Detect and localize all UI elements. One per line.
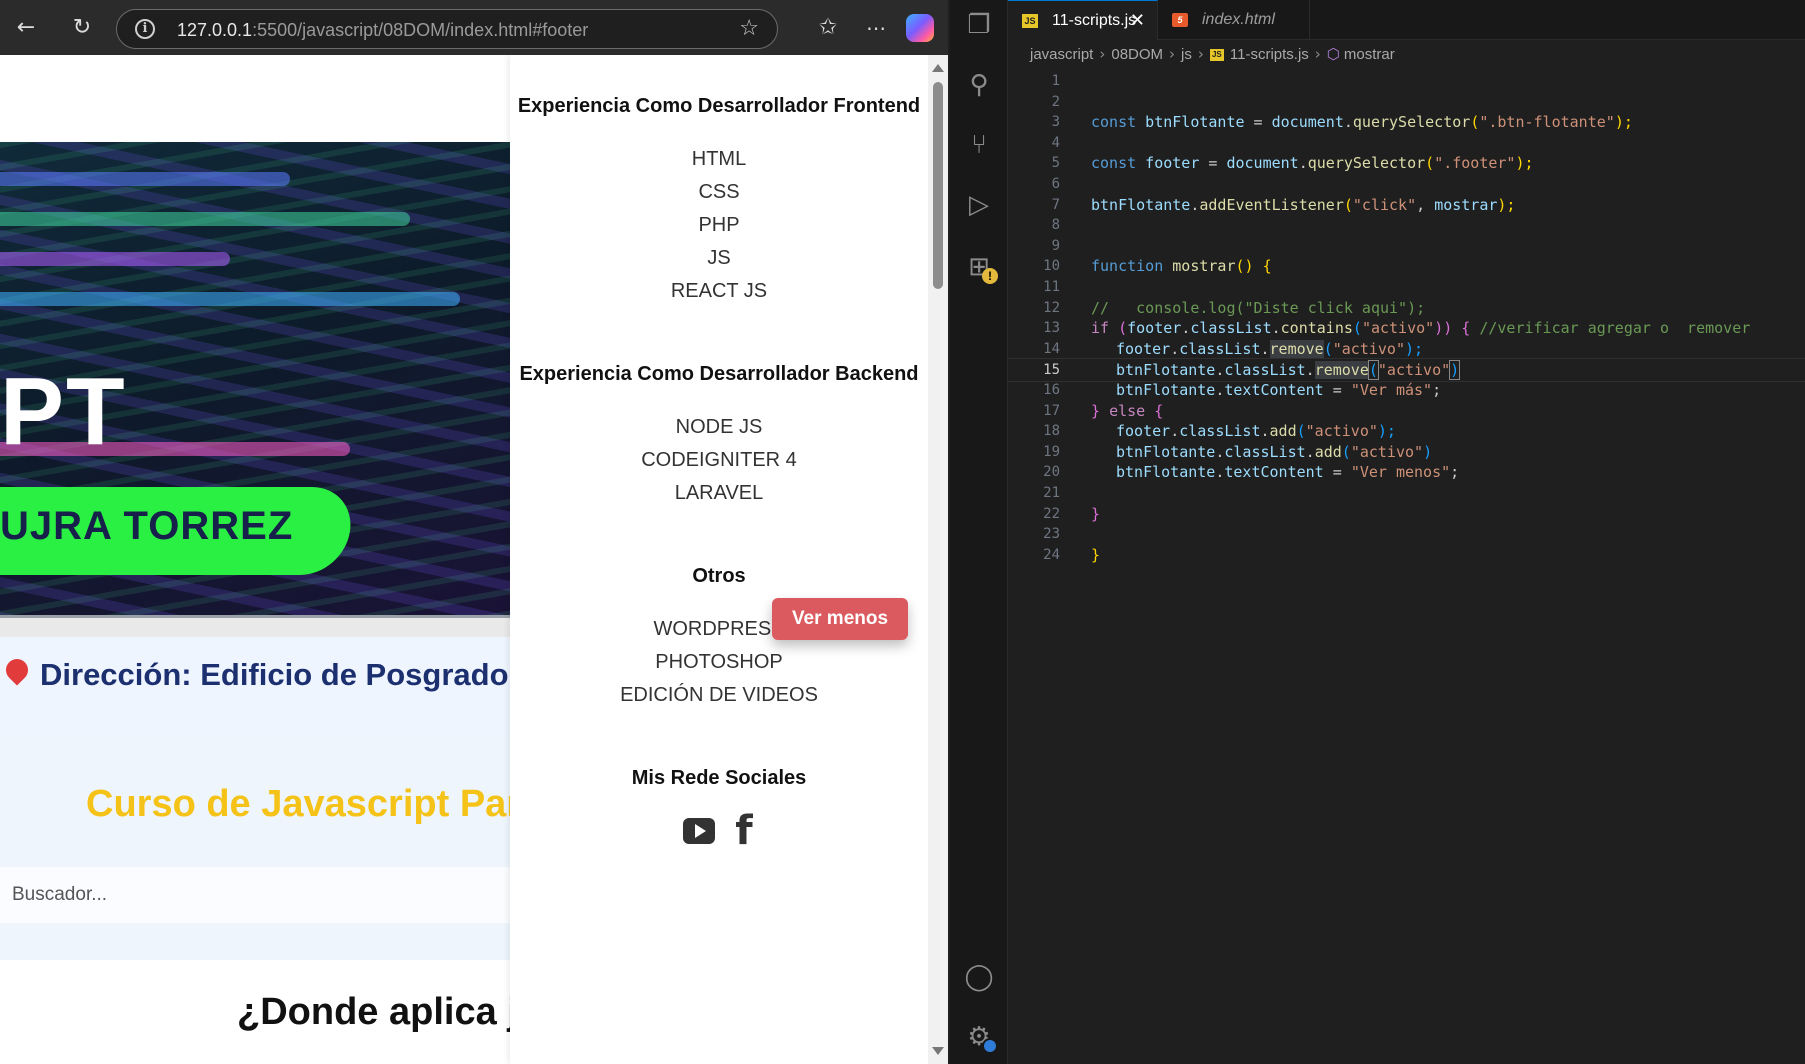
info-icon[interactable]: i <box>135 19 155 39</box>
list-item: CODEIGNITER 4 <box>641 449 797 471</box>
explorer-icon[interactable]: ❐ <box>964 10 994 40</box>
html-file-icon: 5 <box>1172 13 1188 27</box>
facebook-icon[interactable]: f <box>733 811 755 851</box>
favorite-star-icon[interactable]: ☆ <box>739 16 759 41</box>
code-editor[interactable]: 1 2 3 const btnFlotante = document.queryS… <box>1008 70 1805 1064</box>
address-bar[interactable]: i 127.0.0.1:5500/javascript/08DOM/index.… <box>116 9 778 49</box>
breadcrumb-item[interactable]: mostrar <box>1344 46 1395 63</box>
browser-toolbar: ← ↻ i 127.0.0.1:5500/javascript/08DOM/in… <box>0 0 948 55</box>
social-title: Mis Rede Sociales <box>631 767 807 789</box>
search-box <box>0 867 510 923</box>
reload-icon[interactable]: ↻ <box>66 12 98 44</box>
more-menu-icon[interactable]: ⋯ <box>860 12 892 44</box>
tab-label: 11-scripts.js <box>1052 12 1137 29</box>
vscode-window: ❐ ⚲ ⑂ ▷ ⊞ ! ◯ ⚙ JS 11-scripts.js ✕ 5 ind… <box>948 0 1805 1064</box>
banner-name: UJRA TORREZ <box>0 504 294 548</box>
tab-11-scripts[interactable]: JS 11-scripts.js ✕ <box>1008 0 1158 40</box>
activity-bar: ❐ ⚲ ⑂ ▷ ⊞ ! ◯ ⚙ <box>950 0 1008 1064</box>
breadcrumb: javascript › 08DOM › js › JS 11-scripts.js › ⬡ mos… <box>1030 45 1395 63</box>
warning-badge-icon: ! <box>982 268 998 284</box>
code-line: 24} <box>1043 545 1101 564</box>
breadcrumb-item[interactable]: 11-scripts.js <box>1230 46 1309 63</box>
btn-flotante[interactable]: Ver menos <box>772 598 908 640</box>
favorites-icon[interactable]: ✩ <box>812 12 844 44</box>
list-item: NODE JS <box>675 416 763 438</box>
symbol-method-icon: ⬡ <box>1326 45 1340 63</box>
search-icon[interactable]: ⚲ <box>964 70 994 100</box>
js-file-icon: JS <box>1022 14 1038 28</box>
hero-banner: PT UJRA TORREZ <box>0 142 510 622</box>
page-scrollbar[interactable] <box>928 55 948 1064</box>
course-title: Curso de Javascript Para <box>86 783 543 825</box>
breadcrumb-item[interactable]: 08DOM <box>1111 46 1163 63</box>
update-badge-icon <box>982 1038 998 1054</box>
close-icon[interactable]: ✕ <box>1130 1 1145 41</box>
youtube-icon[interactable] <box>683 818 715 844</box>
backend-list: NODE JS CODEIGNITER 4 LARAVEL <box>510 411 928 510</box>
backend-title: Experiencia Como Desarrollador Backend <box>519 363 919 385</box>
arrow-left-icon[interactable]: ← <box>10 12 42 44</box>
breadcrumb-item[interactable]: javascript <box>1030 46 1093 63</box>
page-viewport: PT UJRA TORREZ Dirección: Edificio de Po… <box>0 55 928 1064</box>
scroll-down-icon[interactable] <box>932 1047 944 1055</box>
search-input[interactable] <box>0 867 510 923</box>
otros-title: Otros <box>692 565 746 587</box>
breadcrumb-item[interactable]: js <box>1181 46 1192 63</box>
list-item: PHOTOSHOP <box>655 651 783 673</box>
list-item: PHP <box>698 214 740 236</box>
frontend-title: Experiencia Como Desarrollador Frontend <box>517 95 921 117</box>
section-title: ¿Donde aplica ja <box>237 991 539 1033</box>
social-links: f <box>510 811 928 851</box>
tab-index-html[interactable]: 5 index.html <box>1158 0 1310 40</box>
tab-label: index.html <box>1202 11 1275 28</box>
url-text[interactable]: 127.0.0.1:5500/javascript/08DOM/index.ht… <box>177 20 588 41</box>
list-item: CSS <box>698 181 740 203</box>
copilot-icon[interactable] <box>906 14 934 42</box>
list-item: LARAVEL <box>674 482 764 504</box>
footer: Experiencia Como Desarrollador Frontend … <box>510 55 928 1064</box>
list-item: EDICIÓN DE VIDEOS <box>620 684 818 706</box>
frontend-list: HTML CSS PHP JS REACT JS <box>510 143 928 308</box>
list-item: HTML <box>691 148 747 170</box>
editor-tabs: JS 11-scripts.js ✕ 5 index.html <box>1008 0 1805 40</box>
account-icon[interactable]: ◯ <box>964 962 994 992</box>
banner-title: PT <box>0 358 127 465</box>
browser-window: ← ↻ i 127.0.0.1:5500/javascript/08DOM/in… <box>0 0 948 1064</box>
address-text: Dirección: Edificio de Posgrado <box>40 657 509 692</box>
source-control-icon[interactable]: ⑂ <box>964 130 994 160</box>
scroll-up-icon[interactable] <box>932 64 944 72</box>
list-item: JS <box>707 247 731 269</box>
run-debug-icon[interactable]: ▷ <box>964 190 994 220</box>
js-file-icon: JS <box>1209 49 1224 62</box>
list-item: REACT JS <box>670 280 768 302</box>
scrollbar-thumb[interactable] <box>933 82 943 289</box>
